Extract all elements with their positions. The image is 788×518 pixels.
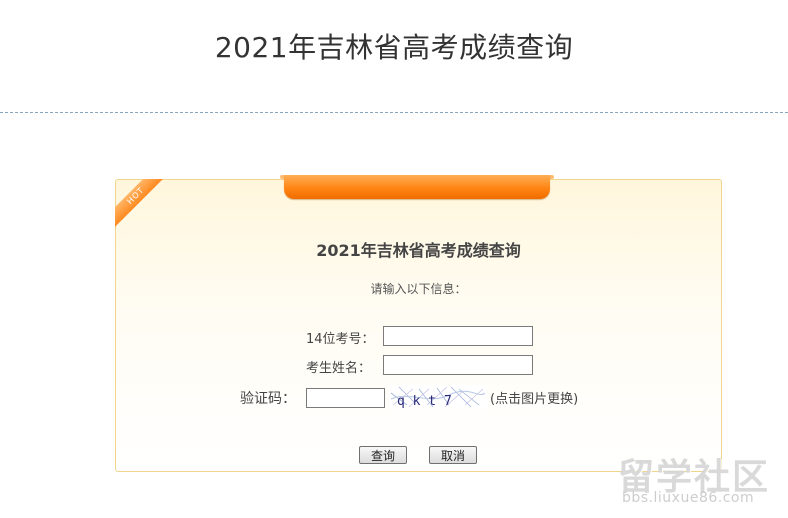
- page-title: 2021年吉林省高考成绩查询: [214, 31, 574, 64]
- query-panel: HOT 2021年吉林省高考成绩查询 请输入以下信息： 14位考号： 考生姓名：…: [115, 175, 722, 472]
- form-title: 2021年吉林省高考成绩查询: [316, 241, 521, 260]
- query-button[interactable]: 查询: [359, 446, 407, 464]
- cancel-button[interactable]: 取消: [429, 446, 477, 464]
- header-divider: [0, 112, 788, 113]
- captcha-input[interactable]: [306, 388, 385, 408]
- name-label: 考生姓名：: [306, 361, 372, 376]
- exam-no-input[interactable]: [383, 326, 533, 346]
- captcha-image[interactable]: q k t 7: [389, 385, 487, 409]
- captcha-refresh-hint[interactable]: (点击图片更换): [490, 388, 578, 407]
- hot-ribbon: HOT: [115, 179, 167, 231]
- exam-no-row: 14位考号：: [116, 326, 721, 347]
- site-watermark: 留学社区 bbs.liuxue86.com: [618, 448, 783, 512]
- panel-tab: [284, 175, 550, 199]
- captcha-text: q k t 7: [397, 394, 452, 409]
- watermark-url: bbs.liuxue86.com: [622, 490, 755, 506]
- exam-no-label: 14位考号：: [306, 332, 375, 347]
- form-prompt: 请输入以下信息：: [370, 282, 467, 296]
- name-row: 考生姓名：: [116, 355, 721, 376]
- hot-badge: HOT: [115, 179, 167, 230]
- captcha-label: 验证码：: [240, 391, 296, 407]
- name-input[interactable]: [383, 355, 533, 375]
